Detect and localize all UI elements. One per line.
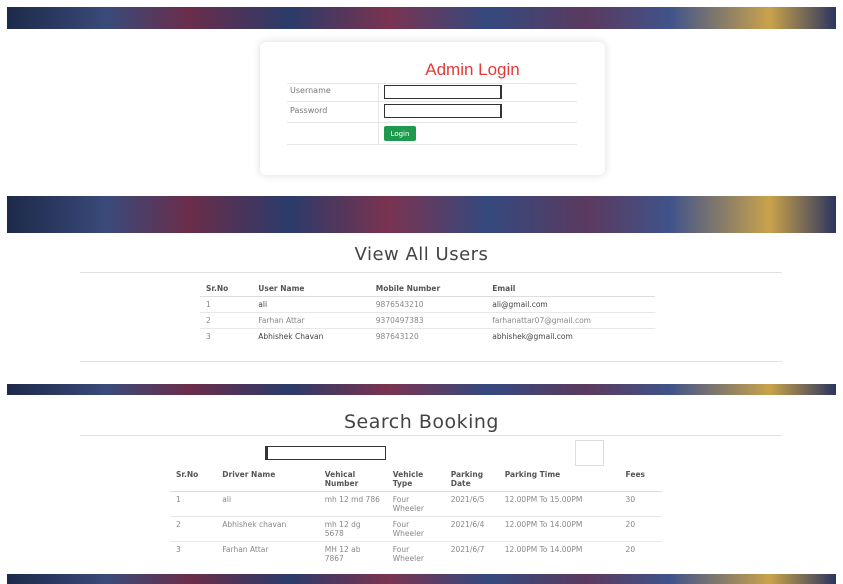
users-table: Sr.No User Name Mobile Number Email 1 al… (200, 281, 655, 344)
login-row-divider (287, 122, 577, 123)
cell-vehicle-type: Four Wheeler (386, 491, 445, 517)
table-row: 2 Farhan Attar 9370497383 farhanattar07@… (200, 312, 655, 329)
column-header: Vehicle Type (386, 467, 445, 492)
bookings-table: Sr.No Driver Name Vehical Number Vehicle… (170, 467, 662, 566)
cell-email: farhanattar07@gmail.com (486, 312, 655, 329)
cell-parking-time: 12.00PM To 15.00PM (498, 491, 620, 517)
column-header: Fees (619, 467, 662, 492)
users-table-header: Sr.No User Name Mobile Number Email (200, 281, 655, 297)
column-header: Email (486, 281, 655, 297)
bookings-section-title: Search Booking (344, 411, 499, 433)
cell-vehicle-type: Four Wheeler (386, 541, 445, 566)
password-label: Password (290, 106, 328, 115)
table-row: 1 ali 9876543210 ali@gmail.com (200, 296, 655, 313)
table-row: 1 ali mh 12 md 786 Four Wheeler 2021/6/5… (170, 491, 662, 517)
column-header: Sr.No (200, 281, 253, 297)
column-header: User Name (252, 281, 370, 297)
column-header: Mobile Number (369, 281, 487, 297)
cell-sr-no: 3 (170, 541, 217, 566)
cell-vehicle-number: mh 12 dg 5678 (318, 516, 387, 542)
table-row: 3 Farhan Attar MH 12 ab 7867 Four Wheele… (170, 541, 662, 566)
section-divider (80, 361, 782, 362)
cell-email: ali@gmail.com (486, 296, 655, 313)
cell-parking-time: 12.00PM To 14.00PM (498, 541, 620, 566)
cell-fees: 20 (619, 541, 662, 566)
cell-sr-no: 2 (170, 516, 217, 542)
cell-sr-no: 3 (200, 328, 253, 344)
cell-parking-date: 2021/6/4 (444, 516, 499, 542)
cell-user-name: Abhishek Chavan (252, 328, 370, 344)
username-label: Username (290, 86, 331, 95)
cell-user-name: Farhan Attar (252, 312, 370, 329)
login-row-divider (287, 101, 577, 102)
search-button-box[interactable] (575, 440, 604, 466)
cell-driver-name: Abhishek chavan (216, 516, 319, 542)
cell-parking-date: 2021/6/7 (444, 541, 499, 566)
column-header: Vehical Number (318, 467, 387, 492)
cell-mobile: 9370497383 (369, 312, 487, 329)
users-section-title: View All Users (354, 244, 489, 265)
cell-vehicle-type: Four Wheeler (386, 516, 445, 542)
cell-parking-time: 12.00PM To 14.00PM (498, 516, 620, 542)
login-row-divider (287, 83, 577, 84)
cell-sr-no: 1 (170, 491, 217, 517)
bookings-table-header: Sr.No Driver Name Vehical Number Vehicle… (170, 467, 662, 492)
cell-fees: 30 (619, 491, 662, 517)
login-column-divider (378, 83, 379, 144)
middle-banner (7, 196, 836, 233)
table-row: 3 Abhishek Chavan 987643120 abhishek@gma… (200, 328, 655, 344)
cell-sr-no: 2 (200, 312, 253, 329)
cell-driver-name: ali (216, 491, 319, 517)
cell-driver-name: Farhan Attar (216, 541, 319, 566)
column-header: Parking Date (444, 467, 499, 492)
search-input[interactable] (265, 446, 386, 460)
section-divider (80, 272, 782, 273)
login-row-divider (287, 144, 577, 145)
lower-banner (7, 384, 836, 395)
login-title: Admin Login (425, 60, 520, 79)
column-header: Driver Name (216, 467, 319, 492)
cell-mobile: 987643120 (369, 328, 487, 344)
cell-parking-date: 2021/6/5 (444, 491, 499, 517)
cell-fees: 20 (619, 516, 662, 542)
column-header: Sr.No (170, 467, 217, 492)
cell-mobile: 9876543210 (369, 296, 487, 313)
cell-user-name: ali (252, 296, 370, 313)
cell-vehicle-number: MH 12 ab 7867 (318, 541, 387, 566)
section-divider (80, 435, 782, 436)
column-header: Parking Time (498, 467, 620, 492)
cell-email: abhishek@gmail.com (486, 328, 655, 344)
bottom-banner (7, 574, 836, 584)
login-button[interactable]: Login (384, 126, 416, 141)
top-banner (7, 7, 836, 29)
cell-vehicle-number: mh 12 md 786 (318, 491, 387, 517)
password-input[interactable] (384, 104, 502, 118)
cell-sr-no: 1 (200, 296, 253, 313)
table-row: 2 Abhishek chavan mh 12 dg 5678 Four Whe… (170, 516, 662, 542)
username-input[interactable] (384, 85, 502, 99)
